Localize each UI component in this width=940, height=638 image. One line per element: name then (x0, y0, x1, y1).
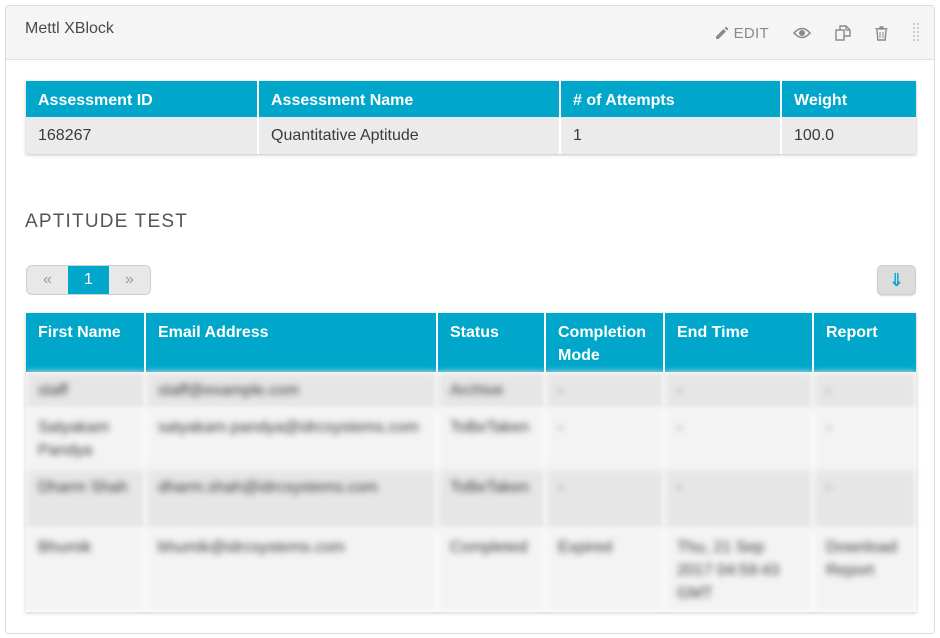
email-address: dharm.shah@idrcsystems.com (145, 469, 438, 529)
section-title: APTITUDE TEST (25, 211, 189, 232)
header-actions: EDIT (715, 22, 920, 44)
assessment-table: Assessment ID Assessment Name # of Attem… (26, 81, 916, 154)
assessment-header-row: Assessment ID Assessment Name # of Attem… (26, 81, 916, 117)
status: ToBeTaken (437, 469, 546, 529)
col-report: Report (813, 313, 916, 372)
drag-handle[interactable] (912, 22, 920, 44)
assessment-id: 168267 (26, 117, 259, 154)
trash-icon (875, 25, 888, 41)
table-row: Dharm Shah dharm.shah@idrcsystems.com To… (26, 469, 916, 529)
eye-icon (793, 27, 811, 39)
col-assessment-name: Assessment Name (258, 81, 561, 117)
duplicate-button[interactable] (835, 25, 851, 41)
xblock-header: Mettl XBlock EDIT (6, 6, 934, 60)
end-time: - (664, 409, 814, 469)
assessment-name: Quantitative Aptitude (258, 117, 561, 154)
pagination-prev[interactable]: « (27, 266, 68, 294)
table-row: staff staff@example.com Archive - - - (26, 372, 916, 409)
pencil-icon (715, 26, 728, 39)
first-name: Bhumik (26, 529, 146, 612)
report: - (813, 372, 916, 409)
drag-handle-icon (913, 23, 919, 41)
edit-button[interactable]: EDIT (715, 25, 769, 42)
col-completion-mode: Completion Mode (545, 313, 665, 372)
email-address: bhumik@idrcsystems.com (145, 529, 438, 612)
weight: 100.0 (781, 117, 916, 154)
status: Archive (437, 372, 546, 409)
end-time: - (664, 469, 814, 529)
xblock-container: Mettl XBlock EDIT Assessment ID Assessme… (5, 5, 935, 634)
col-attempts: # of Attempts (560, 81, 782, 117)
report: - (813, 409, 916, 469)
table-row: 168267 Quantitative Aptitude 1 100.0 (26, 117, 916, 154)
pagination: « 1 » (26, 265, 151, 295)
col-email-address: Email Address (145, 313, 438, 372)
email-address: staff@example.com (145, 372, 438, 409)
first-name: Satyakam Pandya (26, 409, 146, 469)
delete-button[interactable] (875, 25, 888, 41)
status: ToBeTaken (437, 409, 546, 469)
first-name: staff (26, 372, 146, 409)
email-address: satyakam.pandya@idrcsystems.com (145, 409, 438, 469)
duplicate-icon (835, 25, 851, 41)
end-time: - (664, 372, 814, 409)
pagination-next[interactable]: » (109, 266, 150, 294)
table-row: Bhumik bhumik@idrcsystems.com Completed … (26, 529, 916, 612)
report: - (813, 469, 916, 529)
col-weight: Weight (781, 81, 916, 117)
pagination-page-1[interactable]: 1 (68, 266, 109, 294)
results-table: First Name Email Address Status Completi… (26, 313, 916, 612)
end-time: Thu, 21 Sep 2017 04:59:43 GMT (664, 529, 814, 612)
col-first-name: First Name (26, 313, 146, 372)
completion-mode: - (545, 372, 665, 409)
attempts: 1 (560, 117, 782, 154)
col-end-time: End Time (664, 313, 814, 372)
status: Completed (437, 529, 546, 612)
download-all-button[interactable]: ⇓ (877, 265, 916, 295)
results-header-row: First Name Email Address Status Completi… (26, 313, 916, 372)
completion-mode: - (545, 469, 665, 529)
download-report-link[interactable]: Download Report (813, 529, 916, 612)
download-arrow-icon: ⇓ (888, 269, 905, 290)
col-assessment-id: Assessment ID (26, 81, 259, 117)
xblock-title: Mettl XBlock (25, 20, 114, 37)
col-status: Status (437, 313, 546, 372)
table-row: Satyakam Pandya satyakam.pandya@idrcsyst… (26, 409, 916, 469)
completion-mode: Expired (545, 529, 665, 612)
first-name: Dharm Shah (26, 469, 146, 529)
preview-button[interactable] (793, 27, 811, 39)
edit-label: EDIT (733, 24, 769, 42)
completion-mode: - (545, 409, 665, 469)
